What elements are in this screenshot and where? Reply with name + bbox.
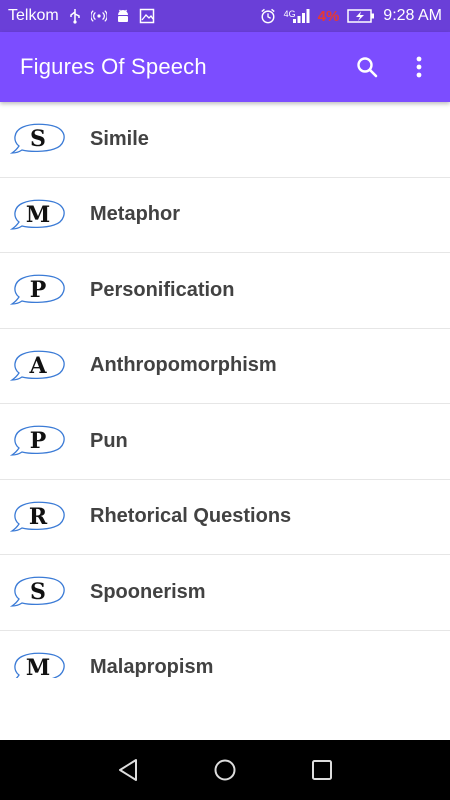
battery-charging-icon (347, 8, 375, 24)
letter-bubble-icon: R (10, 500, 66, 534)
list-item[interactable]: A Anthropomorphism (0, 329, 450, 404)
list-item-label: Spoonerism (90, 580, 206, 603)
android-debug-icon (115, 8, 131, 24)
image-icon (139, 8, 155, 24)
list-item-label: Simile (90, 127, 149, 150)
bubble-letter: M (25, 654, 51, 678)
bubble-letter: M (25, 201, 51, 228)
list-item-label: Personification (90, 278, 235, 301)
home-circle-icon (214, 759, 236, 781)
letter-bubble-icon: P (10, 273, 66, 307)
list-item-label: Rhetorical Questions (90, 505, 292, 528)
search-icon (357, 57, 378, 78)
letter-bubble-icon: A (10, 349, 66, 383)
bubble-letter: S (30, 126, 46, 153)
signal-indicator: 4G (284, 8, 310, 24)
letter-bubble-icon: P (10, 424, 66, 458)
list-item[interactable]: P Pun (0, 404, 450, 480)
list-item[interactable]: P Personification (0, 253, 450, 329)
bubble-letter: P (29, 277, 47, 304)
recents-button[interactable] (302, 750, 342, 790)
carrier-name: Telkom (8, 7, 59, 24)
bubble-letter: A (29, 352, 47, 379)
alarm-icon (260, 8, 276, 24)
bubble-letter: R (28, 503, 48, 530)
home-button[interactable] (205, 750, 245, 790)
figures-list: S Simile M Metaphor P Personification A Anthrop… (0, 102, 450, 678)
hotspot-icon (90, 8, 107, 24)
list-item[interactable]: M Metaphor (0, 178, 450, 253)
app-title: Figures Of Speech (20, 54, 207, 79)
list-item[interactable]: S Spoonerism (0, 555, 450, 631)
recents-square-icon (311, 760, 332, 780)
status-bar: Telkom 4G 4% 9:28 AM (0, 0, 450, 32)
bubble-letter: S (30, 579, 46, 606)
usb-icon (67, 8, 83, 24)
bubble-letter: P (29, 428, 47, 455)
letter-bubble-icon: S (10, 122, 66, 156)
app-bar: Figures Of Speech (0, 32, 450, 102)
letter-bubble-icon: S (10, 575, 66, 609)
letter-bubble-icon: M (10, 198, 66, 232)
overflow-menu-button[interactable] (402, 50, 436, 84)
back-button[interactable] (108, 750, 148, 790)
back-triangle-icon (119, 759, 138, 781)
clock-time: 9:28 AM (383, 7, 442, 24)
list-item-label: Malapropism (90, 656, 214, 678)
list-item[interactable]: M Malapropism (0, 631, 450, 678)
network-type: 4G (283, 9, 296, 19)
list-item[interactable]: R Rhetorical Questions (0, 480, 450, 555)
search-button[interactable] (350, 50, 384, 84)
battery-percent: 4% (317, 7, 340, 25)
list-item-label: Metaphor (90, 203, 180, 226)
letter-bubble-icon: M (10, 651, 66, 678)
list-item-label: Anthropomorphism (90, 354, 277, 377)
list-item-label: Pun (90, 429, 128, 452)
more-vert-icon (416, 56, 422, 78)
navigation-bar (0, 740, 450, 800)
list-item[interactable]: S Simile (0, 102, 450, 178)
